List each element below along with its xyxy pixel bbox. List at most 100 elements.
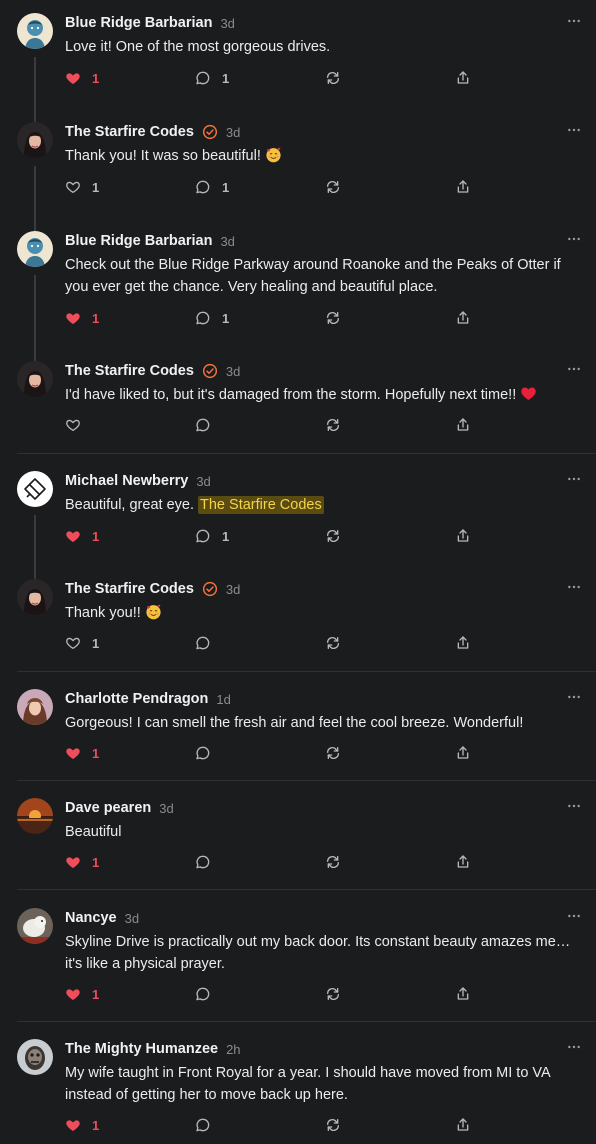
- comment-time[interactable]: 3d: [220, 234, 234, 249]
- comment-time[interactable]: 3d: [226, 125, 240, 140]
- reply-button[interactable]: [195, 633, 211, 653]
- divider: [17, 889, 596, 890]
- restack-button[interactable]: [325, 68, 341, 88]
- more-options-icon[interactable]: [566, 908, 582, 924]
- avatar[interactable]: [17, 13, 53, 49]
- reply-button[interactable]: 1: [195, 177, 229, 197]
- comment-time[interactable]: 3d: [220, 16, 234, 31]
- reply-button[interactable]: 1: [195, 526, 229, 546]
- reply-button[interactable]: 1: [195, 68, 229, 88]
- smiling-face-with-hearts-emoji-icon: [145, 603, 162, 620]
- more-options-icon[interactable]: [566, 579, 582, 595]
- restack-button[interactable]: [325, 177, 341, 197]
- comment-time[interactable]: 3d: [226, 582, 240, 597]
- author-name[interactable]: Michael Newberry: [65, 473, 188, 489]
- like-button[interactable]: 1: [65, 308, 99, 328]
- more-options-icon[interactable]: [566, 798, 582, 814]
- share-button[interactable]: [455, 743, 471, 763]
- like-button[interactable]: 1: [65, 633, 99, 653]
- more-options-icon[interactable]: [566, 361, 582, 377]
- avatar[interactable]: [17, 361, 53, 397]
- comment-time[interactable]: 3d: [125, 911, 139, 926]
- share-button[interactable]: [455, 984, 471, 1004]
- share-icon: [455, 986, 471, 1002]
- avatar[interactable]: [17, 471, 53, 507]
- share-button[interactable]: [455, 852, 471, 872]
- comment-actions: 1 1: [65, 177, 485, 197]
- author-name[interactable]: Dave pearen: [65, 800, 151, 816]
- restack-button[interactable]: [325, 743, 341, 763]
- comment-actions: 1 1: [65, 526, 485, 546]
- heart-filled-icon: [65, 310, 81, 326]
- like-count: 1: [92, 635, 100, 651]
- restack-button[interactable]: [325, 633, 341, 653]
- comment-time[interactable]: 3d: [226, 364, 240, 379]
- share-button[interactable]: [455, 526, 471, 546]
- like-button[interactable]: 1: [65, 1115, 99, 1135]
- share-button[interactable]: [455, 68, 471, 88]
- divider: [17, 780, 596, 781]
- mask-avatar-icon: [17, 1039, 53, 1075]
- author-name[interactable]: Blue Ridge Barbarian: [65, 15, 212, 31]
- reply-button[interactable]: 1: [195, 308, 229, 328]
- heart-icon: [65, 635, 81, 651]
- comment-actions: 1 1: [65, 308, 485, 328]
- like-button[interactable]: [65, 415, 81, 435]
- restack-button[interactable]: [325, 852, 341, 872]
- restack-button[interactable]: [325, 308, 341, 328]
- avatar[interactable]: [17, 1039, 53, 1075]
- author-name[interactable]: Charlotte Pendragon: [65, 691, 208, 707]
- restack-button[interactable]: [325, 984, 341, 1004]
- share-button[interactable]: [455, 415, 471, 435]
- reply-button[interactable]: [195, 852, 211, 872]
- restack-icon: [325, 417, 341, 433]
- reply-button[interactable]: [195, 743, 211, 763]
- more-options-icon[interactable]: [566, 689, 582, 705]
- like-button[interactable]: 1: [65, 984, 99, 1004]
- reply-button[interactable]: [195, 1115, 211, 1135]
- like-count: 1: [92, 1117, 100, 1133]
- restack-icon: [325, 179, 341, 195]
- restack-button[interactable]: [325, 415, 341, 435]
- avatar[interactable]: [17, 579, 53, 615]
- like-button[interactable]: 1: [65, 68, 99, 88]
- reply-button[interactable]: [195, 984, 211, 1004]
- comment-time[interactable]: 2h: [226, 1042, 240, 1057]
- share-button[interactable]: [455, 177, 471, 197]
- share-button[interactable]: [455, 1115, 471, 1135]
- user-mention-link[interactable]: The Starfire Codes: [198, 496, 324, 514]
- blue-character-avatar-icon: [17, 13, 53, 49]
- more-options-icon[interactable]: [566, 471, 582, 487]
- share-icon: [455, 635, 471, 651]
- avatar[interactable]: [17, 908, 53, 944]
- like-count: 1: [92, 310, 100, 326]
- author-name[interactable]: The Starfire Codes: [65, 124, 194, 140]
- reply-button[interactable]: [195, 415, 211, 435]
- share-icon: [455, 745, 471, 761]
- like-button[interactable]: 1: [65, 852, 99, 872]
- comment-time[interactable]: 1d: [216, 692, 230, 707]
- like-button[interactable]: 1: [65, 526, 99, 546]
- author-name[interactable]: Nancye: [65, 910, 117, 926]
- author-name[interactable]: The Mighty Humanzee: [65, 1041, 218, 1057]
- blue-character-avatar-icon: [17, 231, 53, 267]
- like-button[interactable]: 1: [65, 177, 99, 197]
- more-options-icon[interactable]: [566, 122, 582, 138]
- author-name[interactable]: Blue Ridge Barbarian: [65, 233, 212, 249]
- share-button[interactable]: [455, 308, 471, 328]
- comment-time[interactable]: 3d: [196, 474, 210, 489]
- comment-time[interactable]: 3d: [159, 801, 173, 816]
- author-name[interactable]: The Starfire Codes: [65, 581, 194, 597]
- avatar[interactable]: [17, 798, 53, 834]
- avatar[interactable]: [17, 689, 53, 725]
- restack-button[interactable]: [325, 526, 341, 546]
- more-options-icon[interactable]: [566, 231, 582, 247]
- share-button[interactable]: [455, 633, 471, 653]
- author-name[interactable]: The Starfire Codes: [65, 363, 194, 379]
- more-options-icon[interactable]: [566, 1039, 582, 1055]
- avatar[interactable]: [17, 122, 53, 158]
- restack-button[interactable]: [325, 1115, 341, 1135]
- like-button[interactable]: 1: [65, 743, 99, 763]
- more-options-icon[interactable]: [566, 13, 582, 29]
- avatar[interactable]: [17, 231, 53, 267]
